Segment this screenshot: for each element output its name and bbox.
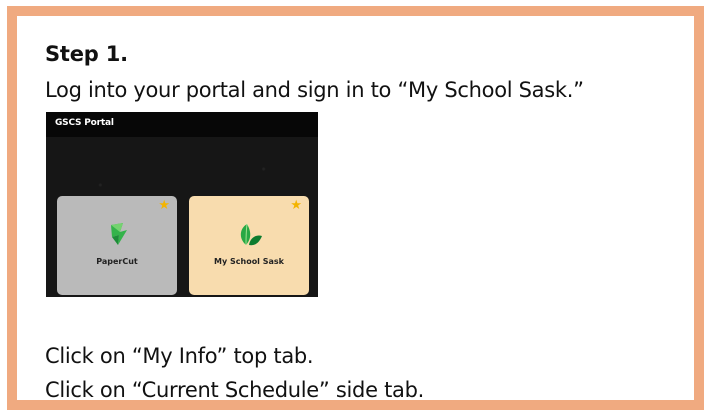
- papercut-icon: [111, 223, 127, 245]
- portal-header: GSCS Portal: [46, 112, 318, 137]
- my-school-sask-icon: [240, 223, 262, 246]
- portal-screenshot: GSCS Portal ★ PaperCut ★ My School Sask: [46, 112, 318, 297]
- favorite-star-icon: ★: [158, 198, 170, 213]
- step-title: Step 1.: [45, 42, 128, 66]
- my-info-instruction: Click on “My Info” top tab.: [45, 344, 314, 368]
- current-schedule-instruction: Click on “Current Schedule” side tab.: [45, 378, 424, 402]
- my-school-sask-label: My School Sask: [214, 257, 284, 266]
- step-instruction: Log into your portal and sign in to “My …: [45, 78, 584, 102]
- portal-title: GSCS Portal: [55, 118, 114, 128]
- favorite-star-icon: ★: [290, 198, 302, 213]
- my-school-sask-tile[interactable]: ★ My School Sask: [189, 196, 309, 295]
- instruction-card: Step 1. Log into your portal and sign in…: [7, 6, 704, 410]
- papercut-tile[interactable]: ★ PaperCut: [57, 196, 177, 295]
- papercut-label: PaperCut: [96, 257, 138, 266]
